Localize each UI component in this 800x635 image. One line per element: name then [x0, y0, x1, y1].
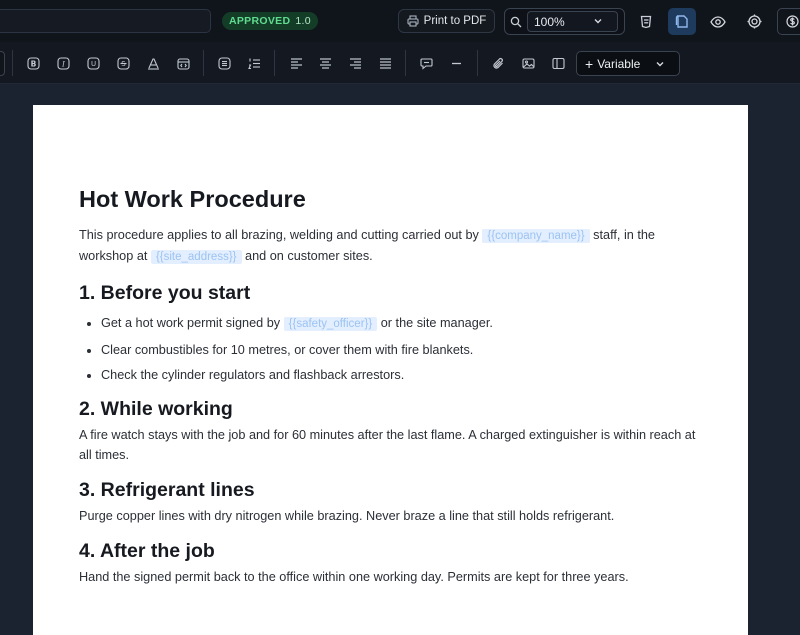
- section-heading: 1. Before you start: [79, 282, 251, 304]
- columns-icon[interactable]: [549, 54, 567, 72]
- plus-icon: +: [585, 55, 594, 72]
- dollar-icon[interactable]: [777, 8, 800, 35]
- section-heading: 3. Refrigerant lines: [79, 479, 255, 501]
- attachment-icon[interactable]: [489, 54, 507, 72]
- list-item: Clear combustibles for 10 metres, or cov…: [101, 340, 699, 360]
- separator: [12, 50, 13, 76]
- section-heading: 4. After the job: [79, 540, 215, 562]
- variable-chip[interactable]: {{site_address}}: [150, 250, 242, 264]
- code-icon[interactable]: [174, 54, 192, 72]
- intro-text: This procedure applies to all brazing, w…: [79, 228, 483, 242]
- strikethrough-icon[interactable]: S: [114, 54, 132, 72]
- document-title-field[interactable]: [0, 9, 211, 33]
- align-left-icon[interactable]: [287, 54, 305, 72]
- formatting-toolbar: B I U S + Variable: [0, 42, 800, 84]
- numbered-list-icon[interactable]: [245, 54, 263, 72]
- insert-variable-button[interactable]: + Variable: [576, 51, 680, 76]
- intro-paragraph: This procedure applies to all brazing, w…: [79, 225, 699, 267]
- html-icon[interactable]: [632, 8, 660, 35]
- separator: [405, 50, 406, 76]
- document-icon[interactable]: [668, 8, 696, 35]
- print-label: Print to PDF: [423, 15, 487, 27]
- image-icon[interactable]: [519, 54, 537, 72]
- version-label: 1.0: [295, 15, 311, 27]
- eye-icon[interactable]: [704, 8, 732, 35]
- search-icon: [505, 16, 527, 28]
- printer-icon: [407, 15, 419, 27]
- zoom-value: 100%: [534, 14, 565, 29]
- chevron-down-icon: [593, 16, 603, 26]
- separator: [274, 50, 275, 76]
- section-heading: 2. While working: [79, 398, 233, 420]
- document-body[interactable]: Hot Work Procedure This procedure applie…: [79, 183, 699, 587]
- horizontal-rule-icon[interactable]: [447, 54, 465, 72]
- document-page: Hot Work Procedure This procedure applie…: [33, 105, 748, 635]
- align-center-icon[interactable]: [316, 54, 334, 72]
- align-right-icon[interactable]: [346, 54, 364, 72]
- bold-icon[interactable]: B: [24, 54, 42, 72]
- section-paragraph: A fire watch stays with the job and for …: [79, 428, 696, 462]
- list-text: Get a hot work permit signed by: [101, 316, 284, 330]
- list-item: Get a hot work permit signed by {{safety…: [101, 313, 699, 334]
- section-paragraph: Purge copper lines with dry nitrogen whi…: [79, 509, 615, 523]
- section-paragraph: Hand the signed permit back to the offic…: [79, 570, 629, 584]
- print-to-pdf-button[interactable]: Print to PDF: [398, 9, 495, 33]
- variable-label: Variable: [597, 56, 641, 71]
- italic-icon[interactable]: I: [54, 54, 72, 72]
- separator: [477, 50, 478, 76]
- underline-icon[interactable]: U: [84, 54, 102, 72]
- toolbar-dropdown-stub[interactable]: [0, 51, 5, 76]
- bullet-list: Get a hot work permit signed by {{safety…: [79, 313, 699, 385]
- zoom-select[interactable]: 100%: [527, 11, 618, 32]
- comment-icon[interactable]: [417, 54, 435, 72]
- top-bar: APPROVED 1.0 Print to PDF 100%: [0, 0, 800, 43]
- highlight-icon[interactable]: [144, 54, 162, 72]
- separator: [203, 50, 204, 76]
- status-badge: APPROVED 1.0: [222, 12, 318, 30]
- list-text: or the site manager.: [377, 316, 493, 330]
- bullet-list-icon[interactable]: [215, 54, 233, 72]
- svg-text:S: S: [121, 60, 126, 68]
- list-item: Check the cylinder regulators and flashb…: [101, 365, 699, 385]
- chevron-down-icon: [655, 59, 665, 69]
- svg-text:B: B: [30, 59, 36, 68]
- justify-icon[interactable]: [376, 54, 394, 72]
- target-icon[interactable]: [740, 8, 768, 35]
- svg-text:I: I: [61, 59, 66, 68]
- intro-text: and on customer sites.: [241, 249, 373, 263]
- svg-text:U: U: [90, 60, 95, 68]
- document-title: Hot Work Procedure: [79, 186, 306, 212]
- status-label: APPROVED: [229, 15, 291, 27]
- variable-chip[interactable]: {{company_name}}: [482, 229, 590, 243]
- variable-chip[interactable]: {{safety_officer}}: [283, 317, 378, 331]
